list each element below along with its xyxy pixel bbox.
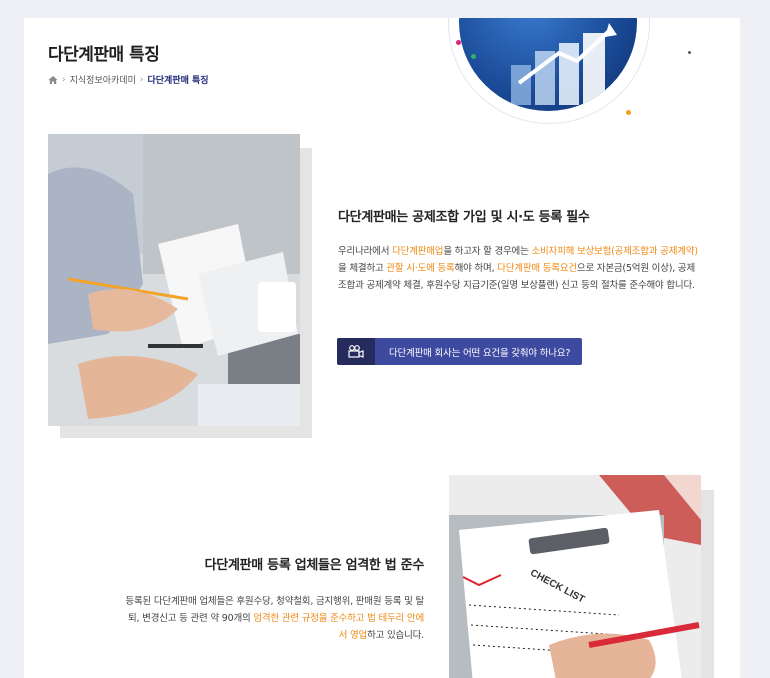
chevron-right-icon: › — [62, 74, 66, 85]
decor-dot — [456, 40, 461, 45]
body-text: 을 하고자 할 경우에는 — [443, 245, 532, 257]
decor-dot — [471, 54, 476, 59]
body-text: 해야 하며, — [454, 262, 498, 274]
video-camera-icon — [348, 345, 364, 358]
decor-dot — [626, 110, 631, 115]
chevron-right-icon: › — [139, 74, 144, 85]
highlight-text: 다단계판매 등록요건 — [497, 262, 577, 274]
highlight-text: 다단계판매업 — [392, 245, 444, 257]
home-icon[interactable] — [48, 75, 58, 85]
cta-label: 다단계판매 회사는 어떤 요건을 갖춰야 하나요? — [375, 338, 582, 365]
breadcrumb-item-current: 다단계판매 특징 — [147, 76, 209, 86]
body-text: 을 체결하고 — [338, 262, 387, 274]
breadcrumb-item-academy[interactable]: 지식정보아카데미 — [70, 73, 136, 86]
section2-body: 등록된 다단계판매 업체들은 후원수당, 청약철회, 금지행위, 판매원 등록 … — [124, 593, 424, 644]
requirements-video-button[interactable]: 다단계판매 회사는 어떤 요건을 갖춰야 하나요? — [337, 338, 582, 365]
page-title: 다단계판매 특징 — [48, 45, 160, 65]
cta-icon-box — [337, 338, 375, 365]
highlight-text: 소비자피해 보상보험(공제조합과 공제계약) — [531, 245, 698, 257]
business-meeting-photo — [48, 134, 300, 426]
breadcrumb: › 지식정보아카데미 › 다단계판매 특징 — [48, 73, 209, 86]
content-card: 다단계판매 특징 › 지식정보아카데미 › 다단계판매 특징 다단계판매는 공제… — [24, 18, 740, 678]
section2-heading: 다단계판매 등록 업체들은 엄격한 법 준수 — [204, 558, 425, 573]
body-text: 우리나라에서 — [338, 245, 393, 257]
section1-heading: 다단계판매는 공제조합 가입 및 시·도 등록 필수 — [338, 210, 590, 225]
body-text: 하고 있습니다. — [367, 629, 424, 641]
section1-body: 우리나라에서 다단계판매업을 하고자 할 경우에는 소비자피해 보상보험(공제조… — [338, 243, 698, 294]
highlight-text: 관할 시·도에 등록 — [386, 262, 455, 274]
decor-dot — [688, 51, 691, 54]
checklist-clipboard-photo: CHECK LIST — [449, 475, 701, 678]
